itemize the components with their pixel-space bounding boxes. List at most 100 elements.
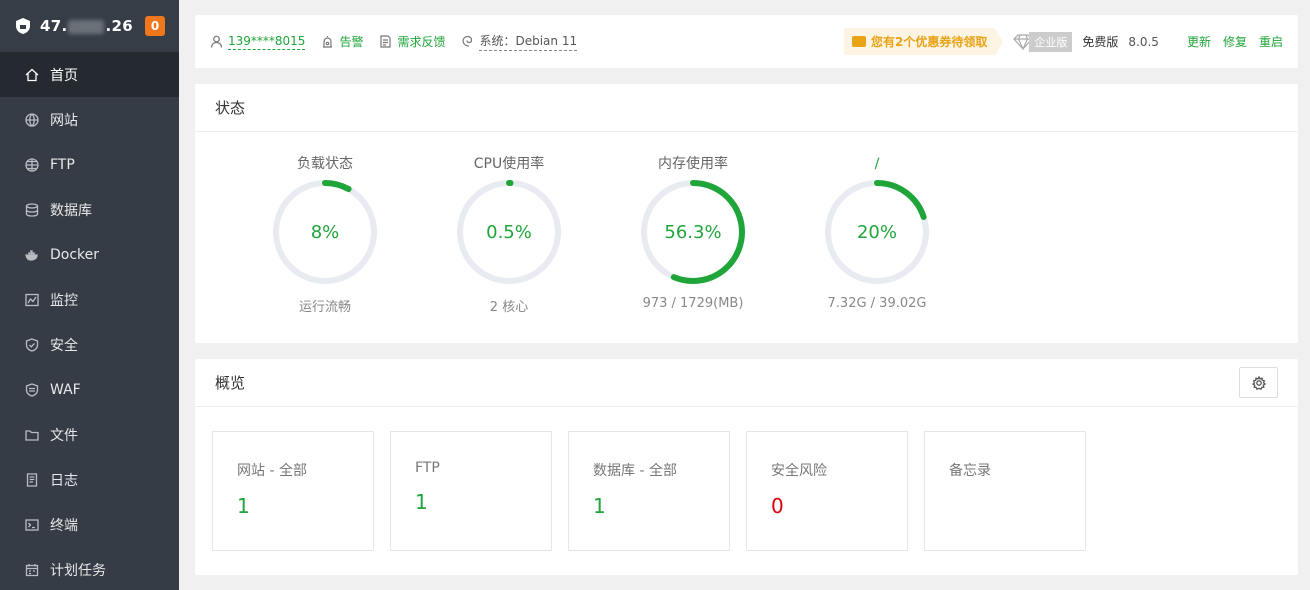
home-icon — [24, 67, 40, 83]
version-number: 8.0.5 — [1128, 34, 1159, 49]
card-label: FTP — [415, 460, 440, 476]
overview-settings-button[interactable] — [1239, 367, 1278, 398]
waf-icon — [24, 382, 40, 398]
restart-button[interactable]: 重启 — [1259, 33, 1283, 50]
ftp-icon — [24, 157, 40, 173]
gauge-ring[interactable]: 0.5% — [455, 178, 563, 286]
monitor-icon — [24, 292, 40, 308]
feedback-link[interactable]: 需求反馈 — [379, 33, 445, 50]
sidebar-item-home[interactable]: 首页 — [0, 52, 179, 97]
calendar-icon — [24, 562, 40, 578]
gauge-ring[interactable]: 56.3% — [639, 178, 747, 286]
gauge-title: 负载状态 — [297, 156, 353, 172]
gauge-ring[interactable]: 8% — [271, 178, 379, 286]
load-gauge: 负载状态 8% 运行流畅 — [233, 154, 417, 315]
sidebar-item-label: 安全 — [50, 337, 78, 354]
card-value[interactable]: 0 — [771, 494, 907, 518]
user-account-link[interactable]: 139****8015 — [210, 33, 306, 50]
sidebar-item-waf[interactable]: WAF — [0, 367, 179, 412]
sidebar-item-terminal[interactable]: 终端 — [0, 502, 179, 547]
server-ip[interactable]: 47. .26 — [40, 17, 145, 35]
card-value[interactable]: 1 — [237, 494, 373, 518]
sidebar-item-database[interactable]: 数据库 — [0, 187, 179, 232]
shield-icon — [24, 337, 40, 353]
repair-button[interactable]: 修复 — [1223, 33, 1247, 50]
system-label: 系统：Debian 11 — [479, 32, 578, 51]
sidebar-header: 47. .26 0 — [0, 0, 179, 52]
feedback-label: 需求反馈 — [397, 35, 446, 49]
alarm-icon — [323, 36, 333, 48]
overview-panel: 概览 网站 - 全部 1 FTP 1 数据库 - 全部 1 安全风险 0 备忘录 — [195, 359, 1298, 575]
sidebar-item-label: 数据库 — [50, 202, 92, 219]
log-icon — [24, 472, 40, 488]
gauge-value: 56.3% — [664, 221, 722, 243]
sidebar-item-label: FTP — [50, 156, 75, 173]
gauge-value: 0.5% — [486, 221, 532, 243]
card-label: 数据库 - 全部 — [593, 463, 677, 479]
card-security-risk[interactable]: 安全风险 0 — [746, 431, 908, 551]
sidebar-item-label: 文件 — [50, 427, 78, 444]
enterprise-tag: 企业版 — [1029, 31, 1073, 52]
card-ftp[interactable]: FTP 1 — [390, 431, 552, 551]
sidebar-menu: 首页 网站 FTP 数据库 Docker 监控 安全 WAF 文件 日志 终端 … — [0, 52, 179, 590]
status-title: 状态 — [195, 84, 1298, 132]
card-databases[interactable]: 数据库 - 全部 1 — [568, 431, 730, 551]
status-panel: 状态 负载状态 8% 运行流畅 CPU使用率 0.5% 2 核心 内存使用率 5… — [195, 84, 1298, 343]
gauge-sub: 7.32G / 39.02G — [827, 296, 927, 311]
sidebar-item-label: 计划任务 — [50, 562, 106, 579]
sidebar-item-security[interactable]: 安全 — [0, 322, 179, 367]
shield-logo-icon — [14, 17, 32, 35]
sidebar-item-cron[interactable]: 计划任务 — [0, 547, 179, 590]
sidebar: 47. .26 0 首页 网站 FTP 数据库 Docker 监控 安全 WAF… — [0, 0, 179, 590]
folder-icon — [24, 427, 40, 443]
coupon-banner[interactable]: 您有2个优惠券待领取 — [844, 28, 1004, 56]
sidebar-item-monitor[interactable]: 监控 — [0, 277, 179, 322]
sidebar-item-label: Docker — [50, 246, 100, 263]
overview-title: 概览 — [195, 359, 1298, 407]
coupon-label: 您有2个优惠券待领取 — [871, 35, 988, 49]
gear-icon — [1251, 375, 1266, 390]
globe-icon — [24, 112, 40, 128]
sidebar-item-website[interactable]: 网站 — [0, 97, 179, 142]
update-button[interactable]: 更新 — [1187, 33, 1211, 50]
gauge-title[interactable]: / — [875, 154, 880, 174]
terminal-icon — [24, 517, 40, 533]
feedback-icon — [380, 35, 392, 48]
alarm-label: 告警 — [339, 35, 364, 49]
card-memo[interactable]: 备忘录 — [924, 431, 1086, 551]
gauge-value: 8% — [310, 221, 340, 243]
notification-badge[interactable]: 0 — [145, 16, 165, 36]
edition-label: 免费版 — [1082, 35, 1119, 49]
cpu-gauge: CPU使用率 0.5% 2 核心 — [417, 154, 601, 315]
sidebar-item-label: WAF — [50, 381, 81, 398]
sidebar-item-label: 网站 — [50, 112, 78, 129]
sidebar-item-label: 首页 — [50, 67, 78, 84]
gauge-sub: 973 / 1729(MB) — [642, 296, 744, 311]
database-icon — [24, 202, 40, 218]
card-websites[interactable]: 网站 - 全部 1 — [212, 431, 374, 551]
user-icon — [210, 35, 223, 48]
enterprise-edition-button[interactable]: 企业版 — [1013, 31, 1073, 52]
card-value[interactable]: 1 — [593, 494, 729, 518]
debian-icon — [462, 35, 473, 47]
card-value[interactable]: 1 — [415, 490, 551, 514]
gauge-title: CPU使用率 — [473, 156, 545, 172]
gauge-title: 内存使用率 — [658, 156, 728, 172]
gauge-value: 20% — [856, 221, 897, 243]
sidebar-item-docker[interactable]: Docker — [0, 232, 179, 277]
sidebar-item-files[interactable]: 文件 — [0, 412, 179, 457]
sidebar-item-label: 监控 — [50, 292, 78, 309]
system-info[interactable]: 系统：Debian 11 — [461, 32, 578, 51]
gauges: 负载状态 8% 运行流畅 CPU使用率 0.5% 2 核心 内存使用率 56.3… — [195, 132, 1298, 315]
coupon-icon — [852, 36, 867, 47]
gauge-ring[interactable]: 20% — [823, 178, 931, 286]
sidebar-item-label: 终端 — [50, 517, 78, 534]
gauge-sub: 2 核心 — [489, 300, 529, 315]
disk-gauge: / 20% 7.32G / 39.02G — [785, 154, 969, 315]
gauge-sub: 运行流畅 — [298, 300, 351, 315]
docker-icon — [24, 247, 40, 263]
user-phone: 139****8015 — [228, 33, 306, 50]
sidebar-item-logs[interactable]: 日志 — [0, 457, 179, 502]
sidebar-item-ftp[interactable]: FTP — [0, 142, 179, 187]
alarm-link[interactable]: 告警 — [321, 33, 363, 50]
